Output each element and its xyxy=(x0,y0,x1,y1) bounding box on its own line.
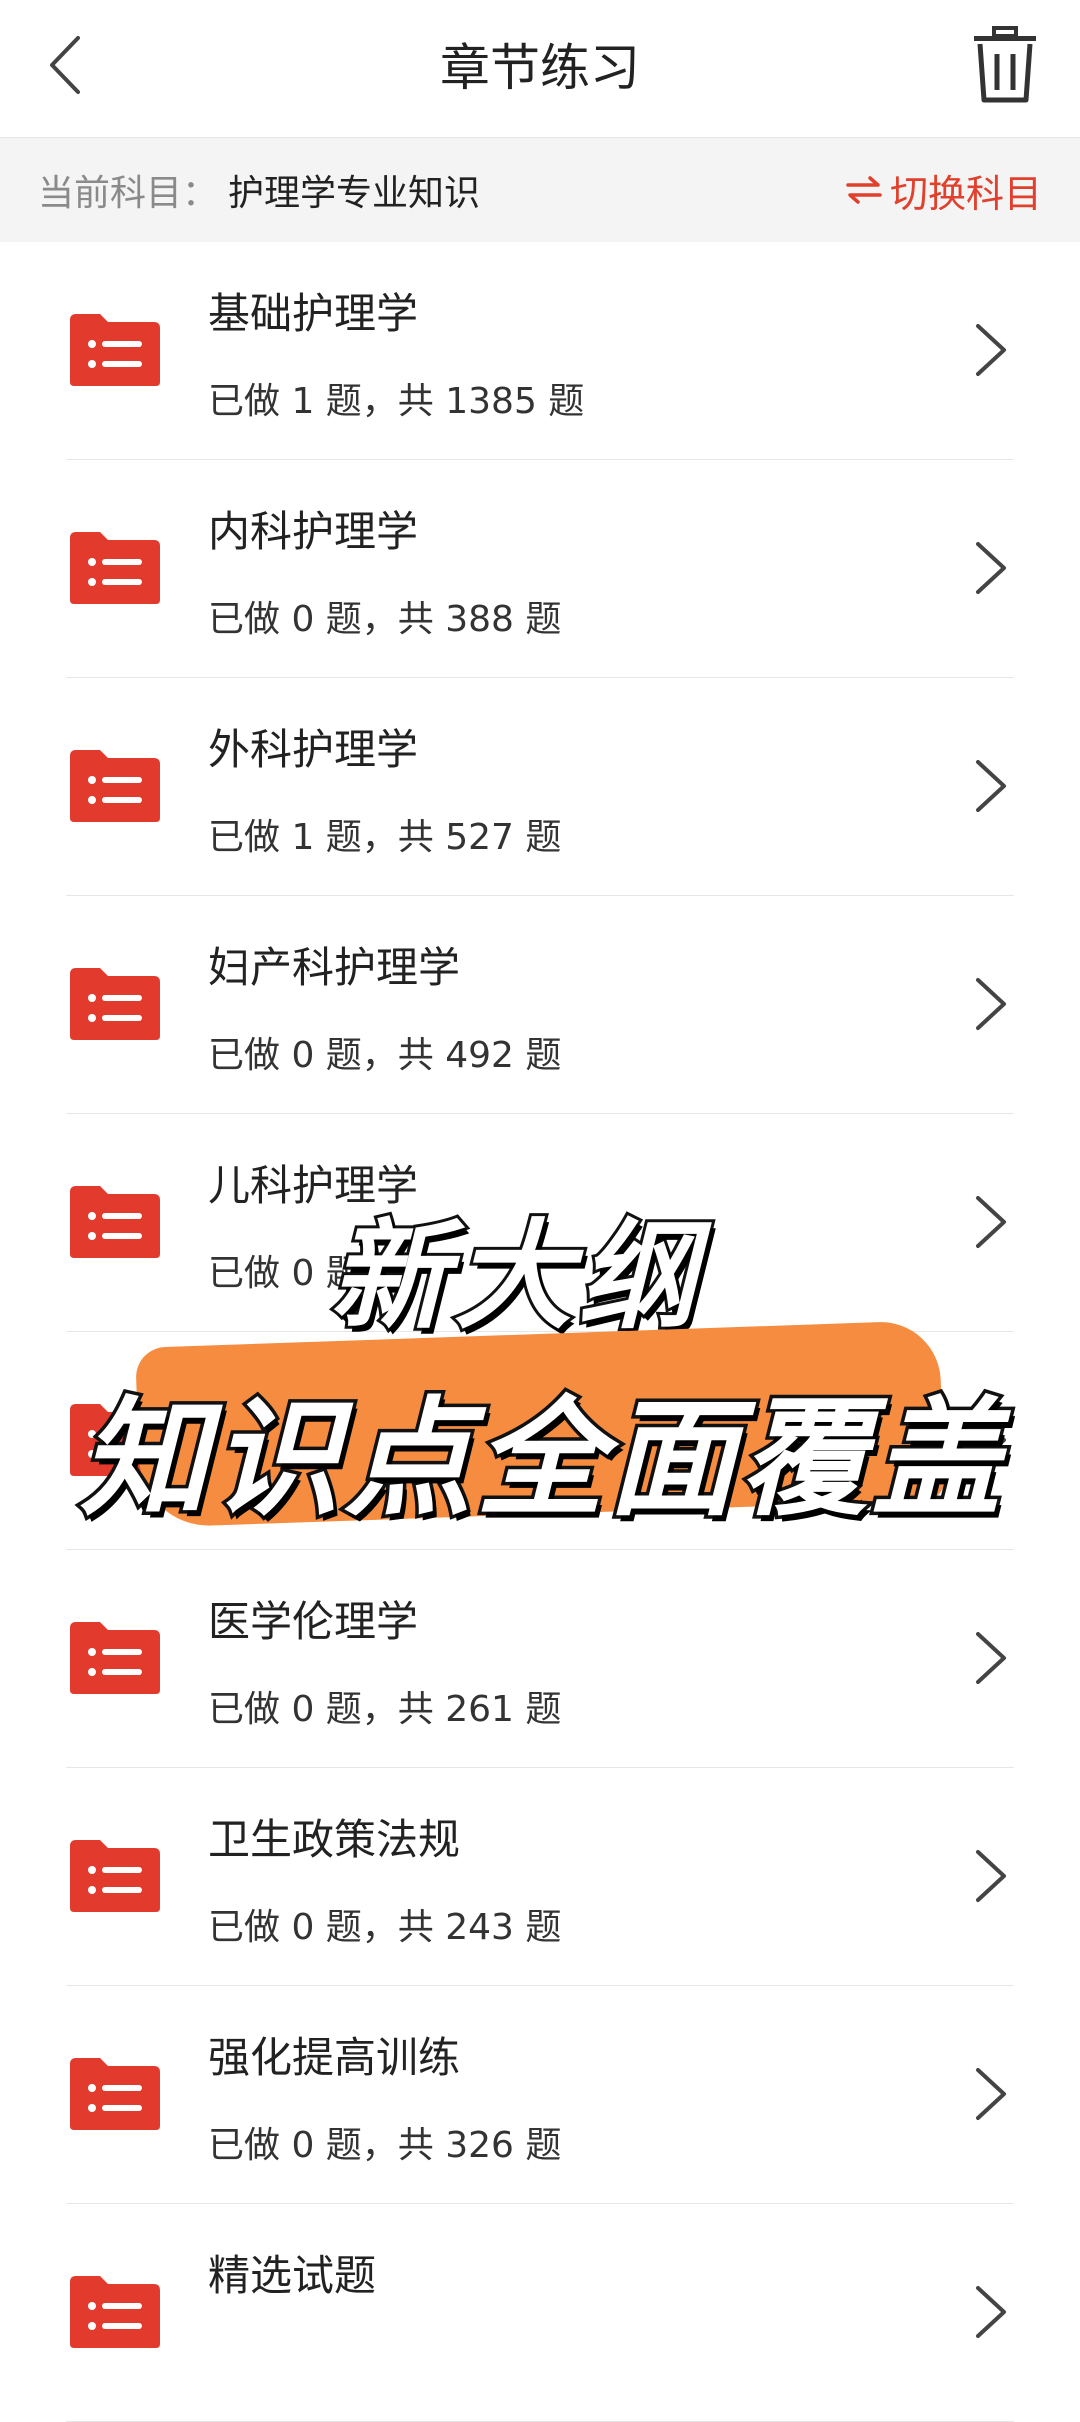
chapter-name: 外科护理学 xyxy=(208,725,419,774)
chapter-name: 儿科护理学 xyxy=(208,1161,419,1210)
chevron-right-icon xyxy=(976,1632,1006,1684)
folder-list-icon xyxy=(70,750,160,822)
chapter-progress: 已做 0 题，共 326 题 xyxy=(208,2125,562,2166)
folder-list-icon xyxy=(70,2058,160,2130)
list-item[interactable]: 医学伦理学 已做 0 题，共 261 题 xyxy=(66,1550,1014,1768)
page-title: 章节练习 xyxy=(440,39,640,97)
chapter-progress: 已做 0 题，共 261 题 xyxy=(208,1689,562,1730)
chapter-name: 强化提高训练 xyxy=(208,2033,461,2082)
chapter-progress: 已做 1 题，共 527 题 xyxy=(208,817,562,858)
chapter-progress: 已做 0 题，共 388 题 xyxy=(208,599,562,640)
chevron-right-icon xyxy=(976,324,1006,376)
chapter-name: 基础护理学 xyxy=(208,289,419,338)
folder-list-icon xyxy=(70,532,160,604)
subject-label: 当前科目： xyxy=(38,173,219,214)
list-item[interactable]: 妇产科护理学 已做 0 题，共 492 题 xyxy=(66,896,1014,1114)
chapter-progress: 已做 0 题 xyxy=(208,1253,362,1294)
chevron-right-icon xyxy=(976,2068,1006,2120)
list-item[interactable]: 精选试题 xyxy=(66,2204,1014,2422)
chevron-right-icon xyxy=(976,1196,1006,1248)
chapter-list: 基础护理学 已做 1 题，共 1385 题 内科护理学 已做 0 题，共 388… xyxy=(0,242,1080,2422)
subject-bar: 当前科目： 护理学专业知识 切换科目 xyxy=(0,138,1080,242)
chapter-name: 妇产科护理学 xyxy=(208,943,461,992)
list-item[interactable]: 强化提高训练 已做 0 题，共 326 题 xyxy=(66,1986,1014,2204)
chevron-right-icon xyxy=(976,542,1006,594)
chapter-name: 精选试题 xyxy=(208,2251,377,2300)
folder-list-icon xyxy=(70,314,160,386)
list-item[interactable]: 儿科护理学 已做 0 题 xyxy=(66,1114,1014,1332)
switch-subject-label: 切换科目 xyxy=(889,171,1042,216)
delete-button[interactable] xyxy=(970,26,1040,106)
chapter-progress: 已做 1 题，共 1385 题 xyxy=(208,381,585,422)
chapter-progress: 已做 0 题，共 243 题 xyxy=(208,1907,562,1948)
chapter-name: 内科护理学 xyxy=(208,507,419,556)
chapter-name: 卫生政策法规 xyxy=(208,1815,461,1864)
list-item[interactable]: 卫生政策法规 已做 0 题，共 243 题 xyxy=(66,1768,1014,1986)
folder-list-icon xyxy=(70,1404,160,1476)
chapter-progress: 已做 0 题，共 492 题 xyxy=(208,1035,562,1076)
folder-list-icon xyxy=(70,1622,160,1694)
chapter-name: 医学伦理学 xyxy=(208,1597,419,1646)
chevron-right-icon xyxy=(976,1414,1006,1466)
chevron-right-icon xyxy=(976,760,1006,812)
header-bar: 章节练习 xyxy=(0,0,1080,138)
folder-list-icon xyxy=(70,2276,160,2348)
swap-icon xyxy=(846,176,882,204)
trash-icon xyxy=(974,26,1036,103)
subject-value: 护理学专业知识 xyxy=(228,173,481,214)
chevron-right-icon xyxy=(976,978,1006,1030)
folder-list-icon xyxy=(70,1186,160,1258)
switch-subject-button[interactable]: 切换科目 xyxy=(846,163,1042,218)
chevron-right-icon xyxy=(976,2286,1006,2338)
list-item[interactable]: 外科护理学 已做 1 题，共 527 题 xyxy=(66,678,1014,896)
list-item[interactable]: 基础护理学 已做 1 题，共 1385 题 xyxy=(66,242,1014,460)
folder-list-icon xyxy=(70,968,160,1040)
list-item[interactable]: 内科护理学 已做 0 题，共 388 题 xyxy=(66,460,1014,678)
folder-list-icon xyxy=(70,1840,160,1912)
chevron-right-icon xyxy=(976,1850,1006,1902)
list-item[interactable] xyxy=(66,1332,1014,1550)
